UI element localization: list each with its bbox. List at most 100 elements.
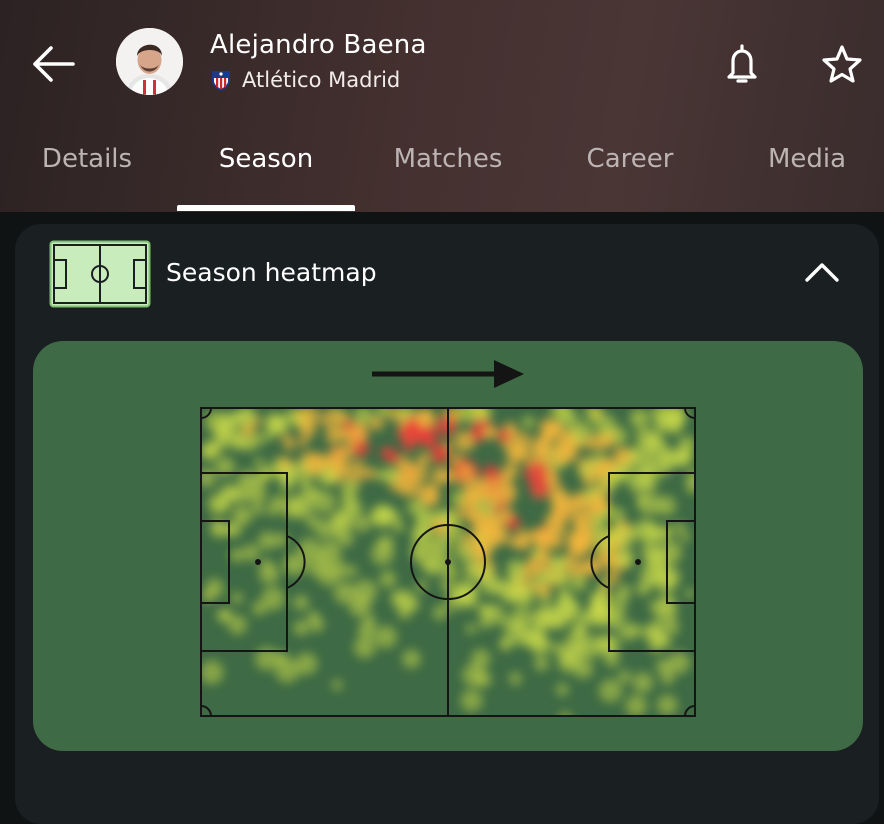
follow-notifications-button[interactable] <box>718 38 766 90</box>
heat-spot <box>555 683 569 696</box>
heat-spot <box>499 639 512 651</box>
heat-spot <box>232 505 253 526</box>
heat-spot <box>618 670 632 684</box>
heat-spot <box>537 548 552 563</box>
heat-spot <box>530 477 551 499</box>
heat-spot <box>648 549 668 569</box>
heat-spot <box>550 614 566 630</box>
team-row[interactable]: Atlético Madrid <box>210 68 400 92</box>
chevron-up-icon <box>805 263 839 282</box>
heat-spot <box>440 578 453 591</box>
heat-spot <box>266 502 280 517</box>
heat-spot <box>559 409 579 429</box>
heat-spot <box>417 409 436 427</box>
heat-spot <box>677 435 695 454</box>
heat-spot <box>201 660 224 685</box>
heat-spot <box>594 414 617 437</box>
heat-spot <box>213 496 231 514</box>
pitch-icon <box>49 240 151 308</box>
heat-spot <box>402 440 414 452</box>
heat-spot <box>554 440 567 452</box>
heat-spot <box>397 425 414 442</box>
heat-spot <box>357 621 376 639</box>
heat-spot <box>533 527 556 549</box>
heat-spot <box>264 413 284 432</box>
heat-spot <box>463 564 479 580</box>
heat-spot <box>551 555 568 572</box>
heat-spot <box>650 525 668 543</box>
heat-spot <box>497 529 508 540</box>
tab-season[interactable]: Season <box>177 144 355 174</box>
heat-spot <box>598 679 623 703</box>
heat-spot <box>471 649 491 669</box>
heat-spot <box>540 568 555 583</box>
heat-spot <box>478 477 503 502</box>
tab-career[interactable]: Career <box>541 144 719 174</box>
heat-spot <box>652 460 670 478</box>
heat-spot <box>460 689 483 712</box>
tab-matches[interactable]: Matches <box>359 144 537 174</box>
heat-spot <box>237 408 252 424</box>
heat-spot <box>579 635 603 659</box>
heat-spot <box>254 457 265 469</box>
heat-spot <box>348 422 369 443</box>
heat-spot <box>604 459 619 474</box>
heat-spot <box>246 485 267 505</box>
heat-spot <box>608 524 629 545</box>
heat-spot <box>370 505 391 527</box>
heat-spot <box>280 496 303 519</box>
heat-spot <box>573 658 594 679</box>
heat-spot <box>653 566 668 580</box>
heat-spot <box>353 579 378 604</box>
heat-spot <box>415 544 439 568</box>
heat-spot <box>534 656 549 671</box>
heat-spot <box>478 616 492 629</box>
heat-spot <box>293 620 309 636</box>
heat-spot <box>330 560 349 580</box>
heat-spot <box>371 542 394 566</box>
collapse-button[interactable] <box>796 250 848 294</box>
heat-spot <box>365 467 377 480</box>
heat-spot <box>459 464 474 478</box>
heat-spot <box>567 531 581 544</box>
tab-details[interactable]: Details <box>0 144 176 174</box>
heat-spot <box>331 679 343 691</box>
heat-spot <box>610 507 626 523</box>
heat-spot <box>684 588 695 599</box>
heat-spot <box>224 523 238 536</box>
active-tab-indicator <box>177 205 355 211</box>
heat-spot <box>551 569 570 588</box>
heat-spot <box>586 558 603 575</box>
heat-spot <box>396 463 416 483</box>
favorite-button[interactable] <box>816 38 868 90</box>
heat-spot <box>656 495 676 516</box>
heat-spot <box>470 428 485 443</box>
heat-spot <box>632 672 654 693</box>
heat-spot <box>644 438 654 449</box>
heat-spot <box>374 625 398 649</box>
bell-icon <box>727 44 757 83</box>
heat-spot <box>513 582 525 595</box>
heat-spot <box>261 586 285 611</box>
tab-media[interactable]: Media <box>718 144 884 174</box>
heat-spot <box>258 531 277 550</box>
heat-spot <box>219 608 233 622</box>
heatmap-pitch <box>199 406 697 718</box>
heat-spot <box>551 642 566 656</box>
heat-spot <box>474 670 492 688</box>
heat-spot <box>509 672 522 685</box>
star-icon <box>822 45 862 83</box>
back-button[interactable] <box>22 36 82 92</box>
player-name: Alejandro Baena <box>210 30 427 60</box>
heat-spot <box>346 565 358 577</box>
heat-spot <box>242 544 260 562</box>
heat-spot <box>667 651 690 674</box>
heat-spot <box>293 594 309 611</box>
team-name: Atlético Madrid <box>242 68 401 92</box>
heat-spot <box>369 416 384 431</box>
heat-spot <box>582 474 595 487</box>
heat-spot <box>506 516 521 531</box>
heat-spot <box>393 589 416 612</box>
heat-spot <box>275 658 300 683</box>
heat-spot <box>636 494 648 506</box>
